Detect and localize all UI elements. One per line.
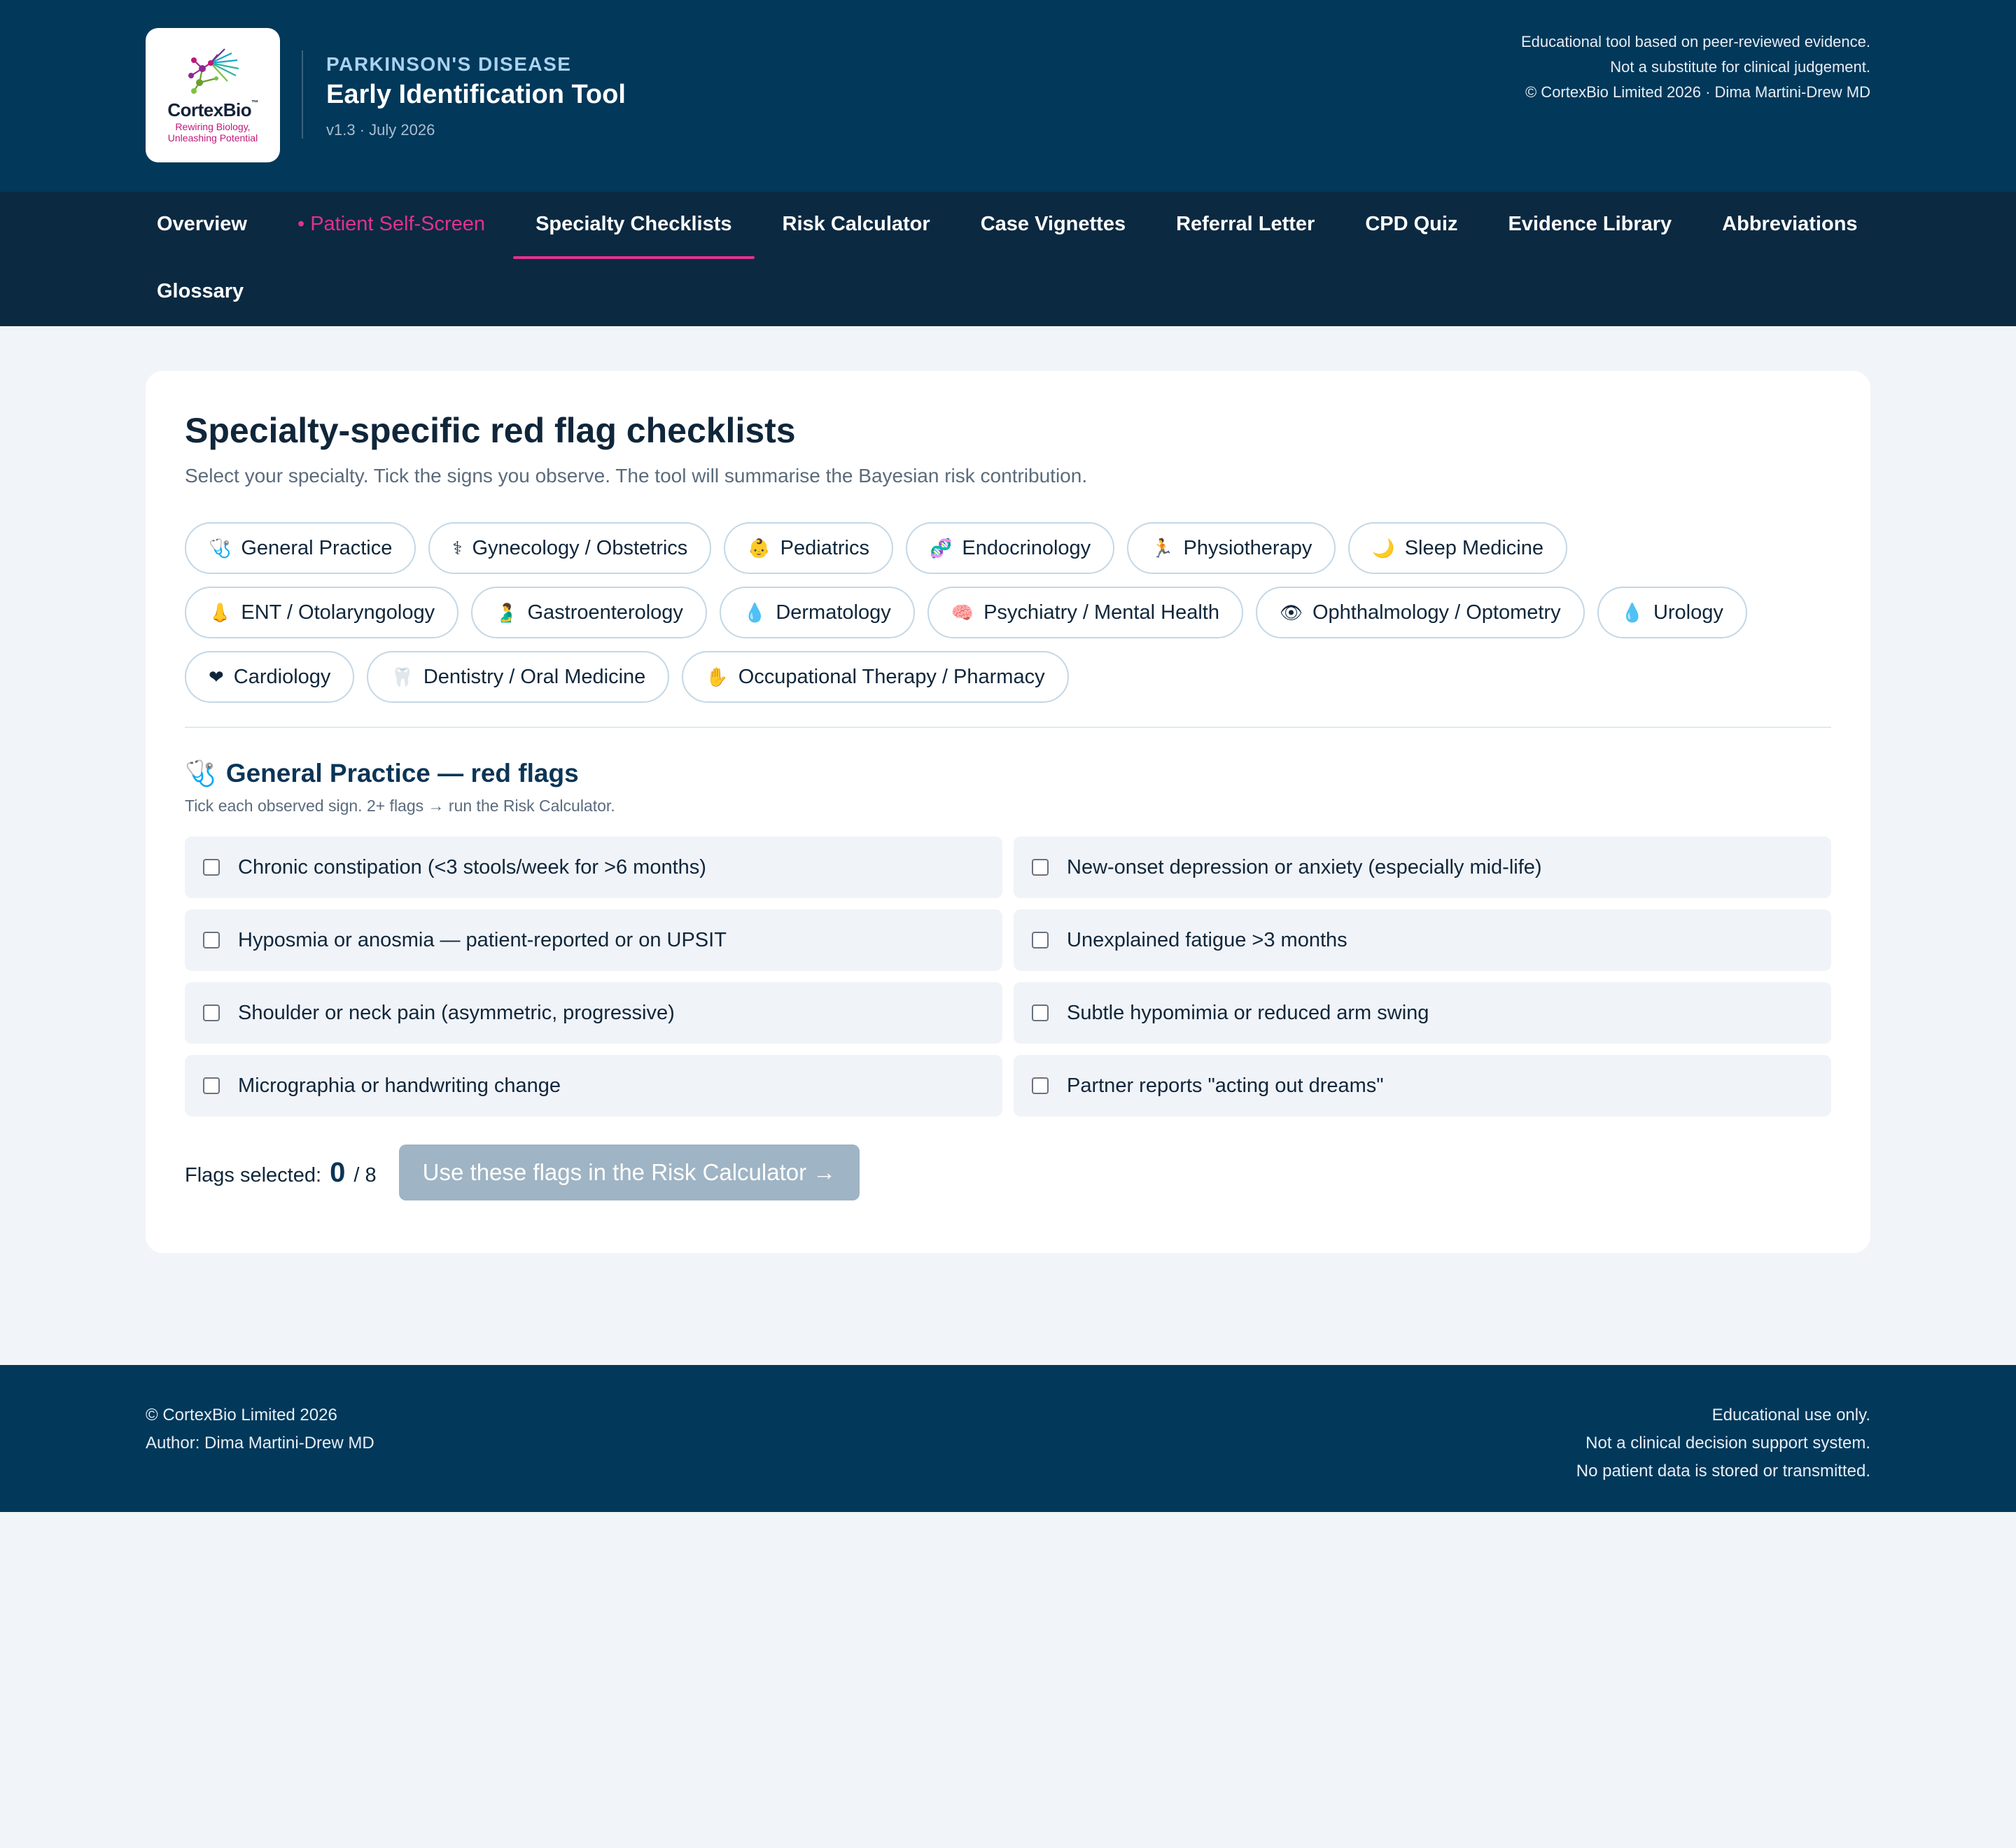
- header-disclaimer: Educational tool based on peer-reviewed …: [1521, 33, 1870, 101]
- droplet-icon: 💧: [1620, 601, 1644, 623]
- brand-block: PARKINSON'S DISEASE Early Identification…: [326, 53, 626, 139]
- flag-checkbox[interactable]: [203, 859, 220, 876]
- specialty-pediatrics[interactable]: 👶 Pediatrics: [724, 522, 893, 574]
- app-header: CortexBio™ Rewiring Biology, Unleashing …: [0, 0, 2016, 192]
- specialty-endocrinology[interactable]: 🧬 Endocrinology: [906, 522, 1115, 574]
- running-person-icon: 🏃: [1151, 537, 1174, 559]
- specialty-ent[interactable]: 👃 ENT / Otolaryngology: [185, 587, 459, 638]
- brand-eyebrow: PARKINSON'S DISEASE: [326, 53, 572, 75]
- nav-glossary[interactable]: Glossary: [146, 259, 255, 323]
- specialty-dermatology[interactable]: 💧 Dermatology: [719, 587, 915, 638]
- droplet-icon: 💧: [743, 601, 766, 623]
- flag-item[interactable]: Partner reports "acting out dreams": [1014, 1055, 1831, 1116]
- heart-icon: ❤: [209, 666, 224, 687]
- specialty-selector: 🩺 General Practice ⚕ Gynecology / Obstetri…: [185, 522, 1831, 703]
- nav-risk-calculator[interactable]: Risk Calculator: [771, 192, 941, 256]
- nav-patient-self-screen[interactable]: • Patient Self-Screen: [286, 192, 496, 256]
- nav-overview[interactable]: Overview: [146, 192, 258, 256]
- stethoscope-icon: 🩺: [185, 759, 216, 788]
- use-flags-in-risk-calculator-button[interactable]: Use these flags in the Risk Calculator →: [398, 1144, 860, 1200]
- footer-credits: © CortexBio Limited 2026 Author: Dima Ma…: [146, 1406, 374, 1452]
- raised-hand-icon: ✋: [706, 666, 729, 687]
- nav-case-vignettes[interactable]: Case Vignettes: [969, 192, 1137, 256]
- crescent-moon-icon: 🌙: [1372, 537, 1395, 559]
- specialty-dentistry[interactable]: 🦷 Dentistry / Oral Medicine: [367, 651, 670, 703]
- flag-item[interactable]: Chronic constipation (<3 stools/week for…: [185, 836, 1002, 898]
- page-subtitle: Select your specialty. Tick the signs yo…: [185, 465, 1088, 486]
- nav-referral-letter[interactable]: Referral Letter: [1165, 192, 1326, 256]
- nav-cpd-quiz[interactable]: CPD Quiz: [1354, 192, 1469, 256]
- flag-item[interactable]: Micrographia or handwriting change: [185, 1055, 1002, 1116]
- main-nav: Overview • Patient Self-Screen Specialty…: [0, 192, 2016, 326]
- flags-selected-value: 0: [330, 1156, 346, 1188]
- specialty-gynecology-obstetrics[interactable]: ⚕ Gynecology / Obstetrics: [428, 522, 712, 574]
- cortexbio-logo[interactable]: CortexBio™ Rewiring Biology, Unleashing …: [146, 28, 280, 162]
- flag-checkbox[interactable]: [203, 1004, 220, 1021]
- logo-tagline: Rewiring Biology, Unleashing Potential: [167, 120, 258, 144]
- specialty-gastroenterology[interactable]: 🫃 Gastroenterology: [471, 587, 707, 638]
- footer-disclaimer: Educational use only. Not a clinical dec…: [1576, 1406, 1870, 1480]
- nav-abbreviations[interactable]: Abbreviations: [1711, 192, 1868, 256]
- flag-item[interactable]: Unexplained fatigue >3 months: [1014, 909, 1831, 971]
- flag-checkbox[interactable]: [1032, 1004, 1049, 1021]
- baby-icon: 👶: [748, 537, 771, 559]
- dna-icon: 🧬: [930, 537, 953, 559]
- stethoscope-icon: 🩺: [209, 537, 232, 559]
- nose-icon: 👃: [209, 601, 232, 623]
- specialty-cardiology[interactable]: ❤ Cardiology: [185, 651, 355, 703]
- flag-item[interactable]: Shoulder or neck pain (asymmetric, progr…: [185, 982, 1002, 1044]
- app-version: v1.3 · July 2026: [326, 121, 435, 139]
- checklist-card: Specialty-specific red flag checklists S…: [146, 371, 1870, 1253]
- page-title: Specialty-specific red flag checklists: [185, 411, 796, 450]
- nav-evidence-library[interactable]: Evidence Library: [1497, 192, 1683, 256]
- stomach-person-icon: 🫃: [495, 601, 518, 623]
- specialty-ophthalmology[interactable]: 👁 Ophthalmology / Optometry: [1255, 587, 1585, 638]
- specialty-general-practice[interactable]: 🩺 General Practice: [185, 522, 416, 574]
- section-title: 🩺 General Practice — red flags: [185, 759, 579, 788]
- tooth-icon: 🦷: [391, 666, 414, 687]
- flag-checkbox[interactable]: [203, 932, 220, 948]
- flag-checkbox[interactable]: [203, 1077, 220, 1094]
- page-footer: © CortexBio Limited 2026 Author: Dima Ma…: [0, 1365, 2016, 1512]
- flag-item[interactable]: Subtle hypomimia or reduced arm swing: [1014, 982, 1831, 1044]
- specialty-urology[interactable]: 💧 Urology: [1597, 587, 1747, 638]
- section-divider: [185, 727, 1831, 728]
- brain-icon: 🧠: [951, 601, 974, 623]
- caduceus-icon: ⚕: [452, 537, 463, 559]
- flag-checkbox[interactable]: [1032, 932, 1049, 948]
- red-flag-list: Chronic constipation (<3 stools/week for…: [185, 836, 1831, 1116]
- app-title: Early Identification Tool: [326, 80, 626, 109]
- molecule-logo-icon: [188, 48, 239, 94]
- eye-icon: 👁: [1279, 601, 1303, 623]
- flag-item[interactable]: Hyposmia or anosmia — patient-reported o…: [185, 909, 1002, 971]
- flag-checkbox[interactable]: [1032, 859, 1049, 876]
- flag-checkbox[interactable]: [1032, 1077, 1049, 1094]
- specialty-psychiatry[interactable]: 🧠 Psychiatry / Mental Health: [927, 587, 1243, 638]
- header-divider: [302, 50, 303, 139]
- specialty-sleep-medicine[interactable]: 🌙 Sleep Medicine: [1348, 522, 1567, 574]
- nav-specialty-checklists[interactable]: Specialty Checklists: [513, 192, 755, 259]
- logo-wordmark: CortexBio™: [167, 99, 258, 120]
- specialty-physiotherapy[interactable]: 🏃 Physiotherapy: [1127, 522, 1336, 574]
- flags-selected-counter: Flags selected: 0 / 8: [185, 1156, 377, 1188]
- flag-item[interactable]: New-onset depression or anxiety (especia…: [1014, 836, 1831, 898]
- flags-summary: Flags selected: 0 / 8 Use these flags in…: [185, 1144, 1831, 1200]
- specialty-occupational-therapy[interactable]: ✋ Occupational Therapy / Pharmacy: [682, 651, 1069, 703]
- section-hint: Tick each observed sign. 2+ flags → run …: [185, 797, 615, 815]
